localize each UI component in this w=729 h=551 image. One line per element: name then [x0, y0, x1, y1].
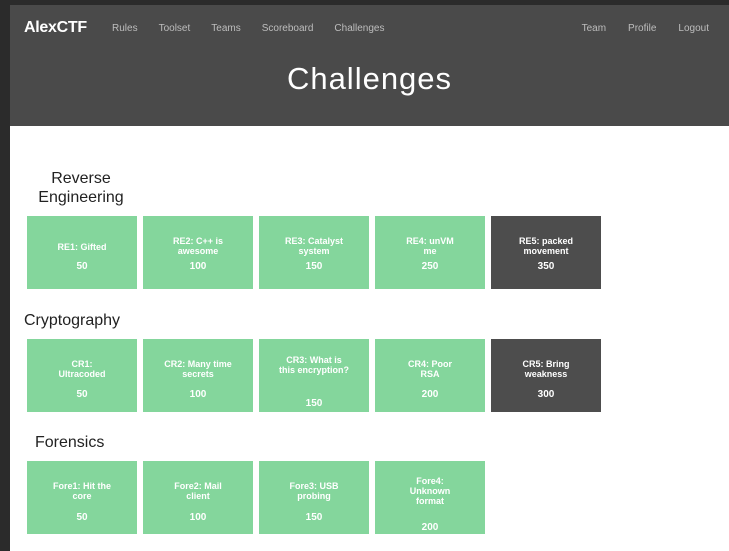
challenge-name: CR1: Ultracoded — [58, 359, 106, 379]
challenge-tile-re2[interactable]: RE2: C++ is awesome 100 — [143, 216, 253, 289]
challenge-name: Fore1: Hit the core — [52, 481, 111, 501]
challenge-tile-fore3[interactable]: Fore3: USB probing 150 — [259, 461, 369, 534]
challenge-name: RE1: Gifted — [57, 242, 107, 252]
challenge-points: 100 — [189, 512, 207, 523]
challenge-points: 200 — [421, 389, 439, 400]
challenge-name: Fore2: Mail client — [174, 481, 222, 501]
challenge-points: 150 — [305, 512, 323, 523]
challenge-tile-re1[interactable]: RE1: Gifted 50 — [27, 216, 137, 289]
challenge-name: Fore4: Unknown format — [409, 476, 451, 506]
challenge-tile-cr3[interactable]: CR3: What is this encryption? 150 — [259, 339, 369, 412]
challenge-name: CR3: What is this encryption? — [279, 355, 350, 375]
challenge-points: 250 — [421, 261, 439, 272]
nav-link-teams[interactable]: Teams — [211, 23, 240, 34]
challenge-name: CR5: Bring weakness — [522, 359, 570, 379]
challenge-points: 150 — [305, 398, 323, 409]
page-title: Challenges — [286, 61, 453, 96]
challenge-name: CR2: Many time secrets — [164, 359, 232, 379]
challenge-name: RE4: unVM me — [406, 236, 454, 256]
nav-link-challenges[interactable]: Challenges — [334, 23, 384, 34]
challenge-name: RE2: C++ is awesome — [172, 236, 224, 256]
challenge-tile-cr1[interactable]: CR1: Ultracoded 50 — [27, 339, 137, 412]
challenge-tile-cr4[interactable]: CR4: Poor RSA 200 — [375, 339, 485, 412]
category-title-cryptography: Cryptography — [24, 312, 121, 329]
challenge-name: RE5: packed movement — [518, 236, 574, 256]
nav-right: Team Profile Logout — [560, 23, 709, 34]
category-title-forensics: Forensics — [35, 434, 105, 451]
challenge-tile-fore2[interactable]: Fore2: Mail client 100 — [143, 461, 253, 534]
challenge-tile-cr2[interactable]: CR2: Many time secrets 100 — [143, 339, 253, 412]
nav-link-scoreboard[interactable]: Scoreboard — [262, 23, 314, 34]
challenge-name: RE3: Catalyst system — [284, 236, 344, 256]
challenge-tile-re4[interactable]: RE4: unVM me 250 — [375, 216, 485, 289]
top-header: AlexCTF Rules Toolset Teams Scoreboard C… — [10, 5, 729, 126]
challenge-name: CR4: Poor RSA — [407, 359, 452, 379]
challenge-tile-re3[interactable]: RE3: Catalyst system 150 — [259, 216, 369, 289]
nav-link-profile[interactable]: Profile — [628, 23, 656, 34]
challenge-points: 100 — [189, 261, 207, 272]
challenge-name: Fore3: USB probing — [289, 481, 339, 501]
nav-left: Rules Toolset Teams Scoreboard Challenge… — [112, 23, 405, 34]
brand-logo[interactable]: AlexCTF — [24, 19, 87, 37]
challenge-points: 350 — [537, 261, 555, 272]
nav-link-logout[interactable]: Logout — [678, 23, 709, 34]
challenge-points: 50 — [76, 512, 88, 523]
challenge-points: 200 — [421, 522, 439, 533]
nav-link-rules[interactable]: Rules — [112, 23, 138, 34]
nav-link-team[interactable]: Team — [582, 23, 606, 34]
challenge-tile-fore4[interactable]: Fore4: Unknown format 200 — [375, 461, 485, 534]
category-title-reverse-engineering: Reverse Engineering — [38, 170, 124, 206]
challenge-points: 300 — [537, 389, 555, 400]
challenge-points: 100 — [189, 389, 207, 400]
challenge-points: 50 — [76, 389, 88, 400]
challenge-tile-fore1[interactable]: Fore1: Hit the core 50 — [27, 461, 137, 534]
page-frame: AlexCTF Rules Toolset Teams Scoreboard C… — [10, 5, 729, 551]
challenge-tile-re5[interactable]: RE5: packed movement 350 — [491, 216, 601, 289]
challenge-points: 150 — [305, 261, 323, 272]
challenge-points: 50 — [76, 261, 88, 272]
challenge-tile-cr5[interactable]: CR5: Bring weakness 300 — [491, 339, 601, 412]
nav-link-toolset[interactable]: Toolset — [159, 23, 191, 34]
